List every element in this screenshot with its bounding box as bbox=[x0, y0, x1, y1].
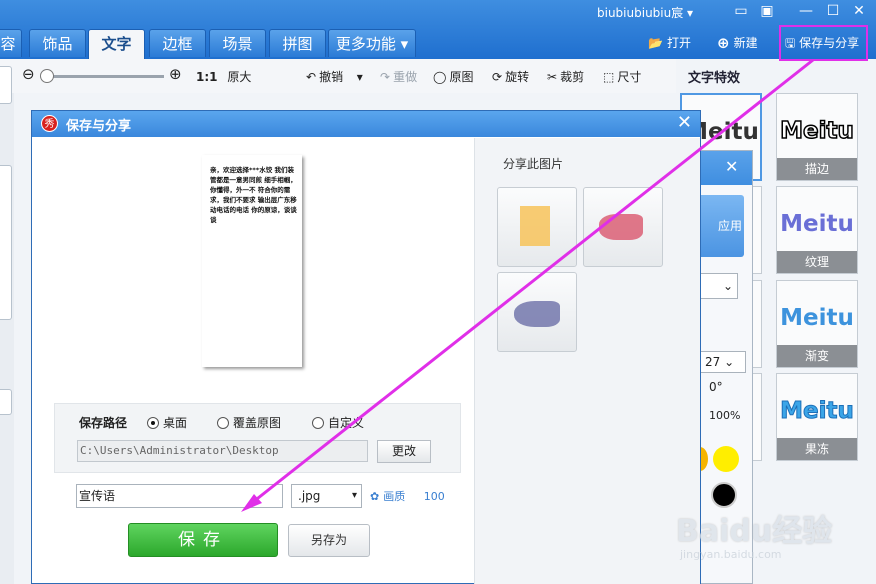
size-button[interactable]: ⬚ 尺寸 bbox=[603, 68, 641, 85]
radio-unselected-icon bbox=[312, 416, 324, 429]
effect-stroke[interactable]: Meitu 描边 bbox=[776, 93, 858, 181]
message-icon[interactable]: ▭ bbox=[730, 2, 752, 20]
text-effects-title: 文字特效 bbox=[688, 71, 741, 86]
effect-label: 纹理 bbox=[777, 251, 857, 273]
left-panel-box bbox=[0, 165, 12, 320]
undo-icon: ↶ bbox=[306, 69, 317, 84]
image-preview: 亲，欢迎选择***水饺 我们装管都是一意男同煎 细手相帼，你懂得，外一不 符合你… bbox=[202, 155, 302, 367]
format-select[interactable]: .jpg ▾ bbox=[291, 484, 362, 508]
rotate-icon: ⟳ bbox=[492, 69, 503, 84]
redo-icon: ↷ bbox=[380, 69, 391, 84]
tab-more[interactable]: 更多功能 ▾ bbox=[328, 29, 416, 57]
baidu-watermark: Baidu经验 jingyan.baidu.com bbox=[676, 506, 876, 584]
share-target-1[interactable] bbox=[497, 187, 577, 267]
open-button[interactable]: 📂 打开 bbox=[648, 33, 691, 53]
save-path-section: 保存路径 桌面 覆盖原图 自定义 C:\Users\Administrator\… bbox=[54, 403, 461, 473]
rotate-button[interactable]: ⟳ 旋转 bbox=[492, 68, 529, 85]
effect-jelly[interactable]: Meitu 果冻 bbox=[776, 373, 858, 461]
new-button[interactable]: ⊕ 新建 bbox=[717, 33, 758, 53]
zoom-out-icon[interactable]: ⊖ bbox=[22, 65, 35, 83]
close-app-icon[interactable]: ✕ bbox=[848, 2, 870, 20]
minimize-icon[interactable]: — bbox=[795, 2, 817, 20]
share-title: 分享此图片 bbox=[503, 157, 564, 171]
change-path-button[interactable]: 更改 bbox=[377, 440, 431, 463]
maximize-icon[interactable]: ☐ bbox=[822, 2, 844, 20]
share-logo-icon bbox=[599, 214, 643, 240]
gear-icon: ✿ bbox=[370, 489, 380, 503]
left-panel-box bbox=[0, 66, 12, 104]
undo-button[interactable]: ↶ 撤销 ▾ bbox=[306, 68, 363, 85]
share-logo-icon bbox=[520, 206, 550, 246]
scissors-icon: ✂ bbox=[547, 69, 558, 84]
effect-preview-word: Meitu bbox=[780, 398, 855, 425]
watermark-subtext: jingyan.baidu.com bbox=[680, 548, 782, 561]
effect-label: 描边 bbox=[777, 158, 857, 180]
effect-preview-word: Meitu bbox=[780, 305, 854, 331]
radio-desktop[interactable]: 桌面 bbox=[147, 414, 187, 431]
tab-collage[interactable]: 拼图 bbox=[269, 29, 326, 57]
redo-button[interactable]: ↷ 重做 bbox=[380, 68, 417, 85]
share-logo-icon bbox=[514, 301, 560, 327]
quality-setting[interactable]: ✿ 画质 100 bbox=[370, 488, 445, 504]
apply-button[interactable]: 应用 bbox=[698, 195, 744, 257]
effect-texture[interactable]: Meitu 纹理 bbox=[776, 186, 858, 274]
tab-accessories[interactable]: 饰品 bbox=[29, 29, 86, 57]
file-name-field[interactable]: 宣传语 bbox=[76, 484, 283, 508]
user-name[interactable]: biubiubiubiu宸 ▾ bbox=[597, 4, 693, 21]
save-share-dialog: 秀 保存与分享 ✕ 亲，欢迎选择***水饺 我们装管都是一意男同煎 细手相帼，你… bbox=[31, 110, 701, 584]
chevron-down-icon: ▾ bbox=[351, 490, 357, 501]
opacity-value: 100% bbox=[709, 409, 741, 422]
tab-border[interactable]: 边框 bbox=[149, 29, 206, 57]
share-target-2[interactable] bbox=[583, 187, 663, 267]
close-icon[interactable]: ✕ bbox=[725, 157, 738, 176]
dialog-header: 秀 保存与分享 ✕ bbox=[32, 111, 700, 137]
effect-label: 渐变 bbox=[777, 345, 857, 367]
color-swatch-black[interactable] bbox=[711, 482, 737, 508]
resize-icon: ⬚ bbox=[603, 69, 615, 84]
menu-icon[interactable]: ▣ bbox=[756, 2, 778, 20]
radio-custom[interactable]: 自定义 bbox=[312, 414, 364, 431]
font-select[interactable]: ⌄ bbox=[698, 273, 738, 299]
radio-unselected-icon bbox=[217, 416, 229, 429]
tab-text[interactable]: 文字 bbox=[88, 29, 145, 59]
left-panel-box bbox=[0, 389, 12, 415]
original-size-button[interactable]: 1:1 原大 bbox=[196, 68, 251, 85]
edit-toolbar: ⊖ ⊕ 1:1 原大 ↶ 撤销 ▾ ↷ 重做 ◯ 原图 ⟳ 旋转 ✂ 裁剪 ⬚ 尺寸 bbox=[0, 59, 676, 93]
save-icon: 🖫 bbox=[785, 36, 796, 50]
app-logo-icon: 秀 bbox=[41, 115, 58, 132]
effect-gradient[interactable]: Meitu 渐变 bbox=[776, 280, 858, 368]
radio-overwrite[interactable]: 覆盖原图 bbox=[217, 414, 281, 431]
color-swatch-yellow[interactable] bbox=[713, 446, 739, 472]
save-path-field[interactable]: C:\Users\Administrator\Desktop bbox=[77, 440, 368, 462]
zoom-slider-track[interactable] bbox=[44, 75, 164, 78]
effect-preview-word: Meitu bbox=[780, 211, 854, 237]
tab-scene[interactable]: 场景 bbox=[209, 29, 266, 57]
tab-beauty[interactable]: 容 bbox=[0, 29, 22, 57]
radio-selected-icon bbox=[147, 416, 159, 429]
save-path-label: 保存路径 bbox=[79, 416, 128, 430]
font-size-select[interactable]: 27 ⌄ bbox=[698, 351, 746, 373]
circle-icon: ◯ bbox=[433, 69, 447, 84]
preview-text: 亲，欢迎选择***水饺 我们装管都是一意男同煎 细手相帼，你懂得，外一不 符合你… bbox=[210, 166, 297, 224]
save-share-button[interactable]: 🖫 保存与分享 bbox=[779, 25, 868, 61]
share-target-3[interactable] bbox=[497, 272, 577, 352]
original-image-button[interactable]: ◯ 原图 bbox=[433, 68, 473, 85]
zoom-in-icon[interactable]: ⊕ bbox=[169, 65, 182, 83]
undo-dropdown-icon[interactable]: ▾ bbox=[357, 70, 363, 84]
plus-icon: ⊕ bbox=[717, 34, 730, 52]
dialog-title: 保存与分享 bbox=[66, 119, 132, 134]
effect-label: 果冻 bbox=[777, 438, 857, 460]
top-header-bar: biubiubiubiu宸 ▾ ▭ ▣ — ☐ ✕ 容 饰品 文字 边框 场景 … bbox=[0, 0, 876, 61]
zoom-slider-handle[interactable] bbox=[40, 69, 54, 83]
crop-button[interactable]: ✂ 裁剪 bbox=[547, 68, 584, 85]
left-panel-edge bbox=[0, 66, 14, 584]
watermark-text: Baidu经验 bbox=[676, 514, 833, 549]
share-panel: 分享此图片 bbox=[474, 138, 700, 584]
save-as-button[interactable]: 另存为 bbox=[288, 524, 370, 557]
angle-value: 0° bbox=[709, 380, 723, 394]
save-button[interactable]: 保存 bbox=[128, 523, 278, 557]
close-icon[interactable]: ✕ bbox=[677, 113, 692, 133]
effect-preview-word: Meitu bbox=[779, 117, 854, 145]
folder-icon: 📂 bbox=[648, 36, 663, 50]
